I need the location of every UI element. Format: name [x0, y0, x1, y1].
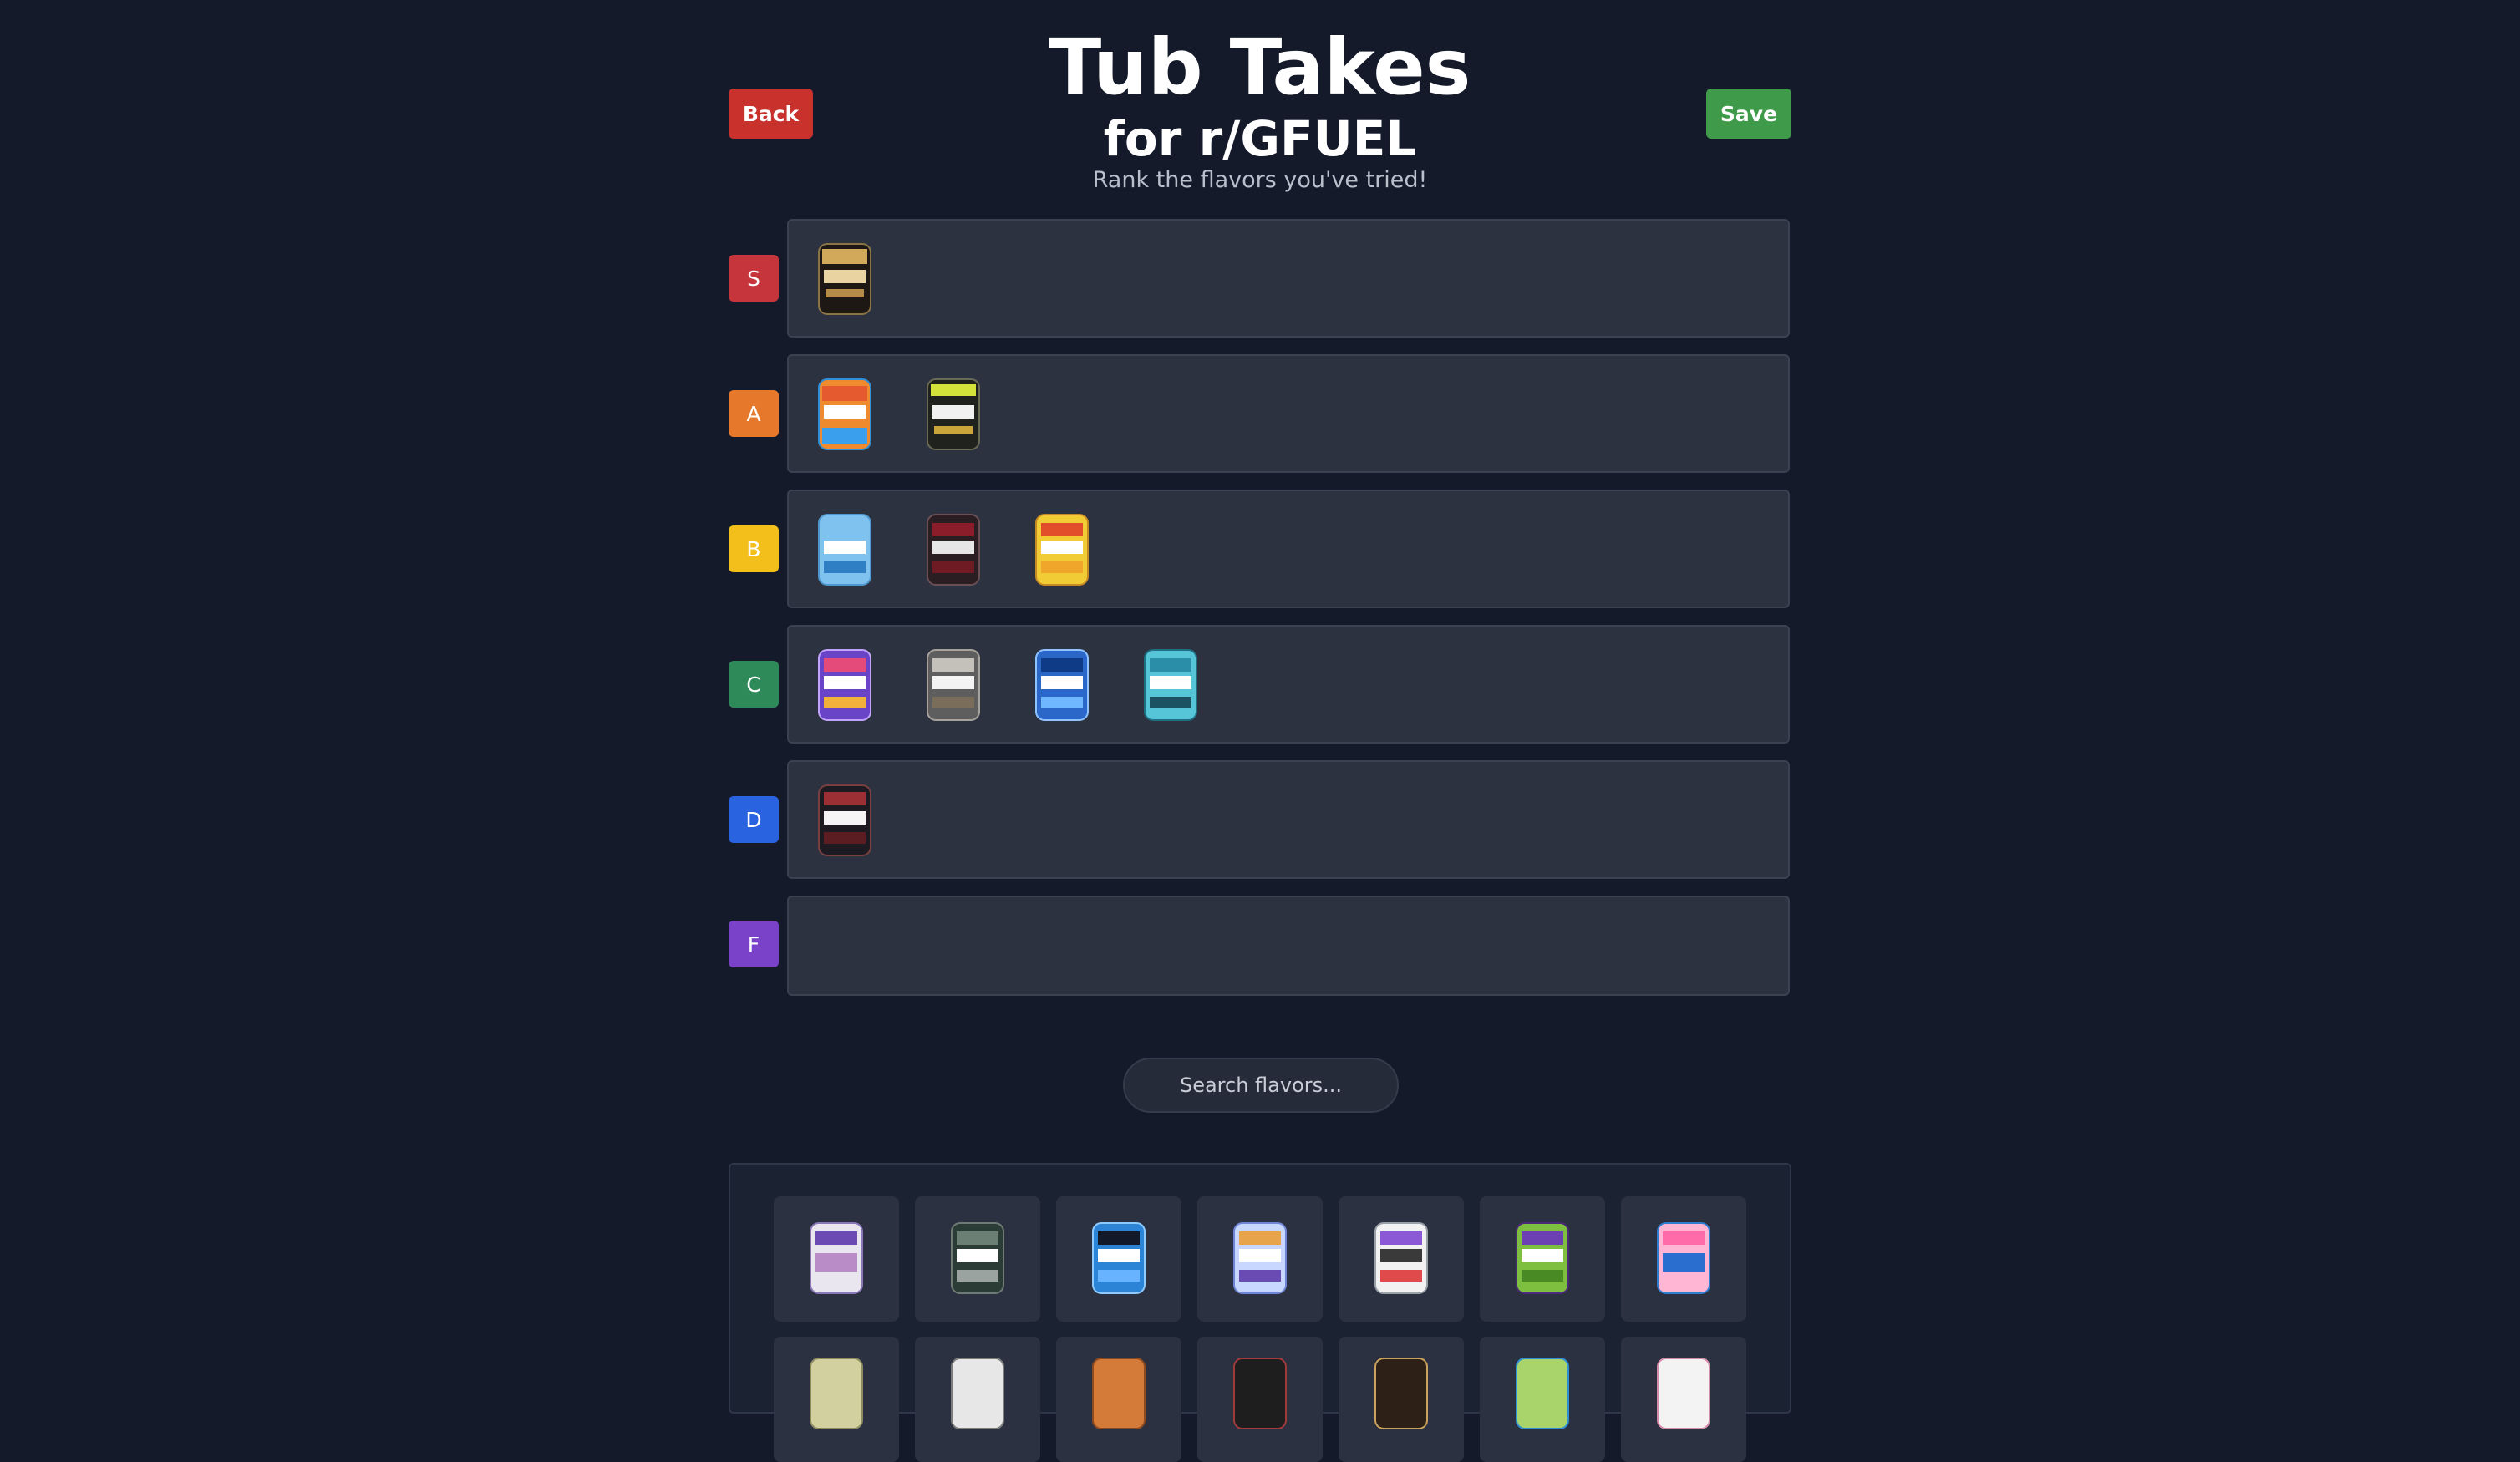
pool-item-1-icon — [810, 1222, 863, 1294]
tier-label-b: B — [729, 525, 779, 572]
pool-item-13-icon — [1516, 1358, 1569, 1429]
flavor-pool — [729, 1163, 1791, 1462]
pool-card-3[interactable] — [1056, 1196, 1181, 1322]
tier-b-item-3-icon[interactable] — [1033, 511, 1091, 588]
tier-c-item-3-icon[interactable] — [1033, 647, 1091, 723]
tier-c: C — [729, 625, 1791, 744]
tier-label-c: C — [729, 661, 779, 708]
tier-d: D — [729, 760, 1791, 879]
pool-item-11-icon — [1233, 1358, 1287, 1429]
tier-a-item-2-icon[interactable] — [924, 376, 983, 453]
page-title: Tub Takes — [1049, 23, 1471, 112]
tier-label-d: D — [729, 796, 779, 843]
tier-row-a[interactable] — [787, 354, 1790, 473]
tier-d-item-1-icon[interactable] — [815, 782, 874, 859]
tier-b-item-2-icon[interactable] — [924, 511, 983, 588]
pool-item-12-icon — [1374, 1358, 1428, 1429]
tier-b-item-1-icon[interactable] — [815, 511, 874, 588]
pool-card-2[interactable] — [915, 1196, 1040, 1322]
pool-card-4[interactable] — [1197, 1196, 1323, 1322]
pool-card-10[interactable] — [1056, 1337, 1181, 1462]
tier-c-item-4-icon[interactable] — [1141, 647, 1200, 723]
pool-item-3-icon — [1092, 1222, 1146, 1294]
pool-card-6[interactable] — [1480, 1196, 1605, 1322]
page-subtitle: for r/GFUEL — [1103, 110, 1417, 167]
pool-card-9[interactable] — [915, 1337, 1040, 1462]
page-tagline: Rank the flavors you've tried! — [1092, 167, 1428, 193]
pool-card-1[interactable] — [774, 1196, 899, 1322]
tier-c-item-1-icon[interactable] — [815, 647, 874, 723]
pool-item-6-icon — [1516, 1222, 1569, 1294]
tier-row-b[interactable] — [787, 490, 1790, 608]
tier-s: S — [729, 219, 1791, 338]
pool-card-5[interactable] — [1339, 1196, 1464, 1322]
pool-item-4-icon — [1233, 1222, 1287, 1294]
pool-card-12[interactable] — [1339, 1337, 1464, 1462]
tier-s-item-1-icon[interactable] — [815, 241, 874, 317]
pool-card-7[interactable] — [1621, 1196, 1746, 1322]
pool-card-13[interactable] — [1480, 1337, 1605, 1462]
tier-row-s[interactable] — [787, 219, 1790, 338]
tier-label-a: A — [729, 390, 779, 437]
tier-c-item-2-icon[interactable] — [924, 647, 983, 723]
tier-f: F — [729, 896, 1791, 996]
tier-b: B — [729, 490, 1791, 608]
pool-card-8[interactable] — [774, 1337, 899, 1462]
tier-a-item-1-icon[interactable] — [815, 376, 874, 453]
pool-item-5-icon — [1374, 1222, 1428, 1294]
tier-a: A — [729, 354, 1791, 473]
search-input[interactable]: Search flavors... — [1123, 1058, 1399, 1113]
tier-row-f[interactable] — [787, 896, 1790, 996]
pool-item-2-icon — [951, 1222, 1004, 1294]
pool-card-11[interactable] — [1197, 1337, 1323, 1462]
pool-item-10-icon — [1092, 1358, 1146, 1429]
pool-item-7-icon — [1657, 1222, 1710, 1294]
pool-item-8-icon — [810, 1358, 863, 1429]
tier-row-c[interactable] — [787, 625, 1790, 744]
pool-item-9-icon — [951, 1358, 1004, 1429]
pool-card-14[interactable] — [1621, 1337, 1746, 1462]
tier-row-d[interactable] — [787, 760, 1790, 879]
tier-label-s: S — [729, 255, 779, 302]
pool-item-14-icon — [1657, 1358, 1710, 1429]
tier-label-f: F — [729, 921, 779, 967]
